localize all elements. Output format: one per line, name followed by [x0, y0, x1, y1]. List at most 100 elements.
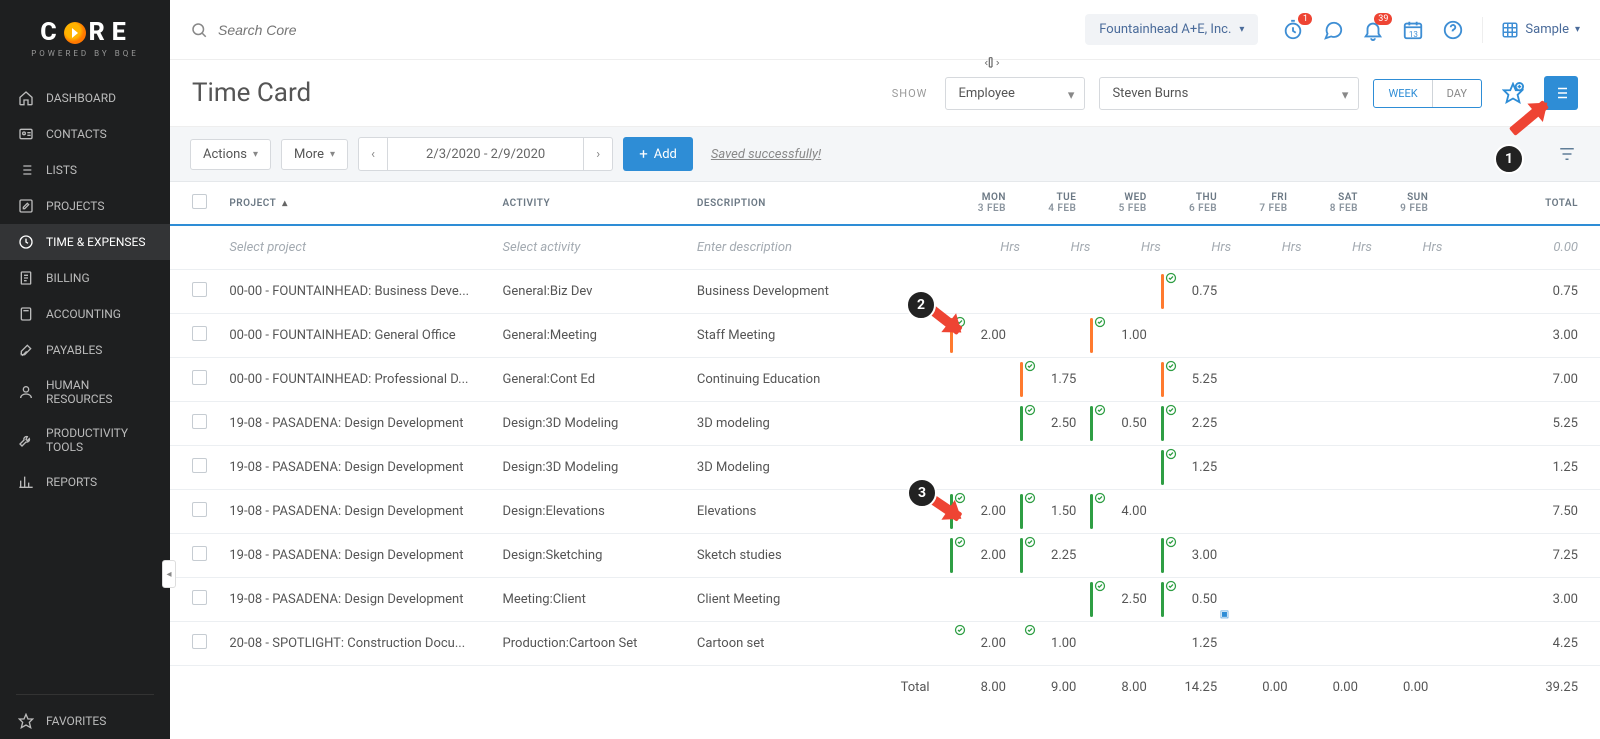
- hours-cell[interactable]: [1372, 269, 1442, 313]
- row-checkbox[interactable]: [192, 370, 207, 385]
- hours-cell[interactable]: 2.50: [1020, 401, 1090, 445]
- project-cell[interactable]: 19-08 - PASADENA: Design Development: [219, 577, 492, 621]
- hours-cell[interactable]: [1090, 621, 1160, 665]
- calendar-icon[interactable]: 13: [1402, 19, 1424, 41]
- hours-cell[interactable]: 2.25: [1161, 401, 1231, 445]
- week-toggle[interactable]: WEEK: [1374, 80, 1431, 107]
- hours-cell[interactable]: [1372, 357, 1442, 401]
- description-cell[interactable]: Client Meeting: [687, 577, 950, 621]
- sidebar-item-time-expenses[interactable]: TIME & EXPENSES: [0, 224, 170, 260]
- hours-cell[interactable]: [1372, 489, 1442, 533]
- hours-cell[interactable]: [1302, 621, 1372, 665]
- hours-cell[interactable]: [1231, 621, 1301, 665]
- hours-cell[interactable]: 0.50: [1090, 401, 1160, 445]
- hours-cell[interactable]: 1.50: [1020, 489, 1090, 533]
- column-activity[interactable]: ACTIVITY: [493, 182, 687, 225]
- description-cell[interactable]: Continuing Education: [687, 357, 950, 401]
- hours-cell[interactable]: [1231, 401, 1301, 445]
- hours-cell[interactable]: 1.25: [1161, 621, 1231, 665]
- hours-cell[interactable]: [950, 445, 1020, 489]
- hours-cell[interactable]: [950, 401, 1020, 445]
- hours-cell[interactable]: [1302, 401, 1372, 445]
- row-checkbox[interactable]: [192, 546, 207, 561]
- row-checkbox[interactable]: [192, 590, 207, 605]
- hours-cell[interactable]: 5.25: [1161, 357, 1231, 401]
- date-range[interactable]: 2/3/2020 - 2/9/2020: [388, 137, 583, 171]
- search-input[interactable]: [216, 21, 476, 39]
- bell-icon[interactable]: 39: [1362, 19, 1384, 41]
- prev-week-button[interactable]: ‹: [358, 137, 388, 171]
- project-cell[interactable]: 19-08 - PASADENA: Design Development: [219, 445, 492, 489]
- description-cell[interactable]: Sketch studies: [687, 533, 950, 577]
- hours-cell[interactable]: 1.25: [1161, 445, 1231, 489]
- select-all-checkbox[interactable]: [192, 194, 207, 209]
- hours-cell[interactable]: [1161, 489, 1231, 533]
- activity-cell[interactable]: Production:Cartoon Set: [493, 621, 687, 665]
- hours-cell[interactable]: [1372, 401, 1442, 445]
- help-icon[interactable]: [1442, 19, 1464, 41]
- sidebar-item-contacts[interactable]: CONTACTS: [0, 116, 170, 152]
- hours-cell[interactable]: [950, 269, 1020, 313]
- hours-cell[interactable]: [950, 357, 1020, 401]
- sidebar-item-dashboard[interactable]: DASHBOARD: [0, 80, 170, 116]
- activity-cell[interactable]: Design:Sketching: [493, 533, 687, 577]
- activity-cell[interactable]: General:Cont Ed: [493, 357, 687, 401]
- hours-cell[interactable]: [1020, 313, 1090, 357]
- person-select[interactable]: Steven Burns ▾: [1099, 77, 1359, 110]
- sidebar-item-favorites[interactable]: FAVORITES: [0, 703, 170, 739]
- sidebar-item-billing[interactable]: BILLING: [0, 260, 170, 296]
- sidebar-item-payables[interactable]: PAYABLES: [0, 332, 170, 368]
- new-entry-row[interactable]: Select project Select activity Enter des…: [170, 225, 1600, 269]
- hours-cell[interactable]: [1302, 269, 1372, 313]
- hours-cell[interactable]: 2.50: [1090, 577, 1160, 621]
- hours-cell[interactable]: [1372, 533, 1442, 577]
- next-week-button[interactable]: ›: [583, 137, 613, 171]
- activity-cell[interactable]: Meeting:Client: [493, 577, 687, 621]
- row-checkbox[interactable]: [192, 502, 207, 517]
- hours-cell[interactable]: [1231, 313, 1301, 357]
- description-cell[interactable]: Staff Meeting: [687, 313, 950, 357]
- description-cell[interactable]: Cartoon set: [687, 621, 950, 665]
- hours-cell[interactable]: [1302, 489, 1372, 533]
- project-cell[interactable]: 20-08 - SPOTLIGHT: Construction Docu...: [219, 621, 492, 665]
- row-checkbox[interactable]: [192, 414, 207, 429]
- timer-icon[interactable]: 1: [1282, 19, 1304, 41]
- add-favorite-icon[interactable]: [1496, 76, 1530, 110]
- activity-cell[interactable]: General:Biz Dev: [493, 269, 687, 313]
- project-cell[interactable]: 19-08 - PASADENA: Design Development: [219, 489, 492, 533]
- project-cell[interactable]: 00-00 - FOUNTAINHEAD: General Office: [219, 313, 492, 357]
- hours-cell[interactable]: [1302, 577, 1372, 621]
- project-cell[interactable]: 19-08 - PASADENA: Design Development: [219, 401, 492, 445]
- add-button[interactable]: + Add: [623, 137, 693, 171]
- hours-cell[interactable]: [1020, 577, 1090, 621]
- hours-cell[interactable]: [1231, 533, 1301, 577]
- new-description-cell[interactable]: Enter description: [687, 225, 950, 269]
- hours-cell[interactable]: [1161, 313, 1231, 357]
- hours-cell[interactable]: 2.25: [1020, 533, 1090, 577]
- hours-cell[interactable]: 1.00: [1090, 313, 1160, 357]
- sidebar-item-human-resources[interactable]: HUMAN RESOURCES: [0, 368, 170, 416]
- filter-type-select[interactable]: Employee ▾: [945, 77, 1085, 110]
- hours-cell[interactable]: [1372, 313, 1442, 357]
- sample-switcher[interactable]: Sample ▾: [1501, 21, 1580, 39]
- activity-cell[interactable]: Design:3D Modeling: [493, 445, 687, 489]
- hours-cell[interactable]: [1302, 313, 1372, 357]
- hours-cell[interactable]: [1302, 445, 1372, 489]
- row-checkbox[interactable]: [192, 634, 207, 649]
- hours-cell[interactable]: [1231, 445, 1301, 489]
- hours-cell[interactable]: [1372, 445, 1442, 489]
- filter-icon[interactable]: [1554, 141, 1580, 167]
- hours-cell[interactable]: 1.00: [1020, 621, 1090, 665]
- global-search[interactable]: [190, 21, 530, 39]
- sidebar-item-productivity-tools[interactable]: PRODUCTIVITY TOOLS: [0, 416, 170, 464]
- activity-cell[interactable]: General:Meeting: [493, 313, 687, 357]
- new-project-cell[interactable]: Select project: [219, 225, 492, 269]
- collapse-sidebar-handle[interactable]: ◂: [162, 560, 176, 588]
- hours-cell[interactable]: [1020, 269, 1090, 313]
- hours-cell[interactable]: 2.00: [950, 621, 1020, 665]
- hours-cell[interactable]: [1231, 357, 1301, 401]
- hours-cell[interactable]: [1231, 489, 1301, 533]
- actions-menu[interactable]: Actions ▾: [190, 139, 271, 170]
- hours-cell[interactable]: [1090, 445, 1160, 489]
- sidebar-item-projects[interactable]: PROJECTS: [0, 188, 170, 224]
